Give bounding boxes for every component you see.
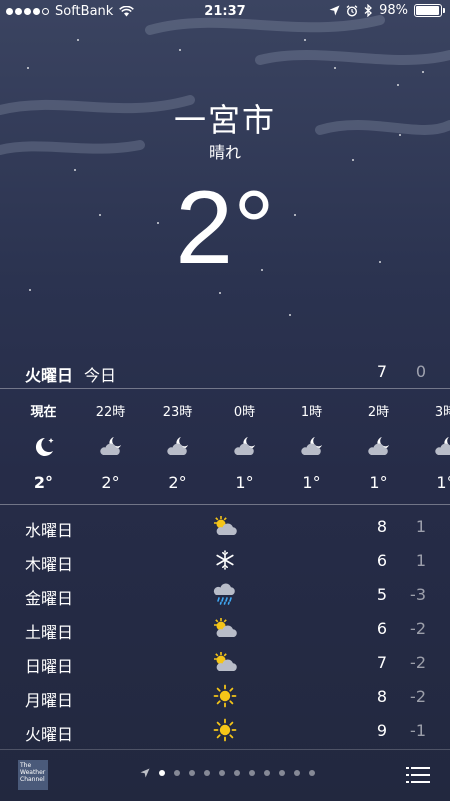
hour-column: 23時 2° [144, 389, 211, 492]
hour-label: 現在 [30, 405, 57, 420]
city-name: 一宮市 [173, 101, 276, 139]
hour-temp: 1° [235, 473, 254, 492]
page-dot[interactable] [294, 770, 300, 776]
hour-temp: 2° [168, 473, 187, 492]
day-low: -3 [410, 585, 426, 604]
page-dot[interactable] [279, 770, 285, 776]
page-dot[interactable] [249, 770, 255, 776]
hour-column: 1時 1° [278, 389, 345, 492]
bluetooth-icon [364, 4, 373, 17]
status-bar: SoftBank 21:37 98% [0, 0, 450, 24]
battery-icon [414, 4, 445, 17]
day-low: -1 [410, 721, 426, 740]
list-item: 木曜日 6 1 [0, 543, 450, 577]
day-high: 5 [376, 585, 387, 604]
today-label: 今日 [84, 366, 117, 385]
moon-cloudy-icon [77, 430, 144, 464]
alarm-icon [346, 4, 358, 17]
list-item: 日曜日 7 -2 [0, 645, 450, 679]
day-name: 木曜日 [25, 555, 74, 574]
list-item: 月曜日 8 -2 [0, 679, 450, 713]
day-low: -2 [410, 619, 426, 638]
weather-channel-logo[interactable]: The Weather Channel [18, 760, 48, 790]
page-dot[interactable] [309, 770, 315, 776]
daily-forecast: 水曜日 8 1 木曜日 6 1 金曜日 5 -3 土曜日 6 -2 日曜日 7 … [0, 509, 450, 747]
day-high: 6 [376, 619, 387, 638]
hourly-forecast[interactable]: 現在 2° 22時 2° 23時 2° 0時 1° 1時 1° 2時 1° 3時… [0, 389, 450, 504]
day-name: 日曜日 [25, 657, 74, 676]
day-name: 月曜日 [25, 691, 74, 710]
hour-temp: 2° [33, 473, 54, 492]
day-name: 金曜日 [25, 589, 74, 608]
page-dot[interactable] [264, 770, 270, 776]
weather-condition: 晴れ [208, 143, 241, 162]
moon-cloudy-icon [211, 430, 278, 464]
hour-column: 22時 2° [77, 389, 144, 492]
location-arrow-icon [329, 5, 340, 16]
hour-temp: 1° [369, 473, 388, 492]
day-name: 水曜日 [25, 521, 74, 540]
status-right: 98% [329, 3, 445, 18]
list-item: 金曜日 5 -3 [0, 577, 450, 611]
location-arrow-icon [140, 768, 150, 778]
moon-cloudy-icon [278, 430, 345, 464]
page-dot[interactable] [234, 770, 240, 776]
page-dot[interactable] [204, 770, 210, 776]
current-temperature: 2° [175, 170, 275, 286]
hour-column: 2時 1° [345, 389, 412, 492]
day-high: 7 [376, 653, 387, 672]
day-low: 1 [415, 517, 426, 536]
moon-cloudy-icon [144, 430, 211, 464]
hour-temp: 1° [302, 473, 321, 492]
hour-column: 0時 1° [211, 389, 278, 492]
partly-cloudy-icon [210, 614, 240, 642]
day-name: 土曜日 [25, 623, 74, 642]
hour-label: 22時 [95, 405, 126, 420]
list-item: 火曜日 9 -1 [0, 713, 450, 747]
hour-label: 23時 [162, 405, 193, 420]
divider [0, 504, 450, 505]
day-low: -2 [410, 653, 426, 672]
list-item: 水曜日 8 1 [0, 509, 450, 543]
city-list-icon[interactable] [406, 766, 430, 784]
hour-label: 2時 [367, 405, 390, 420]
page-dot[interactable] [189, 770, 195, 776]
page-dot[interactable] [159, 770, 165, 776]
sun-icon [210, 716, 240, 744]
page-dot[interactable] [174, 770, 180, 776]
battery-percent: 98% [379, 3, 408, 18]
hour-label: 0時 [233, 405, 256, 420]
moon-clear-icon [10, 430, 77, 464]
day-name: 火曜日 [25, 725, 74, 744]
day-high: 6 [376, 551, 387, 570]
snowflake-icon [210, 546, 240, 574]
list-item: 土曜日 6 -2 [0, 611, 450, 645]
day-high: 9 [376, 721, 387, 740]
hour-temp: 2° [101, 473, 120, 492]
today-high: 7 [376, 362, 387, 381]
hour-label: 3時 [434, 405, 450, 420]
hour-column: 現在 2° [10, 389, 77, 492]
moon-cloudy-icon [412, 430, 450, 464]
hour-temp: 1° [436, 473, 450, 492]
today-weekday: 火曜日 [25, 366, 74, 385]
page-indicator[interactable] [140, 768, 315, 778]
page-dot[interactable] [219, 770, 225, 776]
rain-cloud-icon [210, 580, 240, 608]
hour-column: 3時 1° [412, 389, 450, 492]
today-low: 0 [415, 362, 426, 381]
day-high: 8 [376, 517, 387, 536]
hour-label: 1時 [300, 405, 323, 420]
day-low: -2 [410, 687, 426, 706]
day-high: 8 [376, 687, 387, 706]
moon-cloudy-icon [345, 430, 412, 464]
day-low: 1 [415, 551, 426, 570]
footer-toolbar: The Weather Channel [0, 750, 450, 801]
partly-cloudy-icon [210, 512, 240, 540]
sun-icon [210, 682, 240, 710]
partly-cloudy-icon [210, 648, 240, 676]
today-summary-row: 火曜日 今日 7 0 [0, 360, 450, 388]
